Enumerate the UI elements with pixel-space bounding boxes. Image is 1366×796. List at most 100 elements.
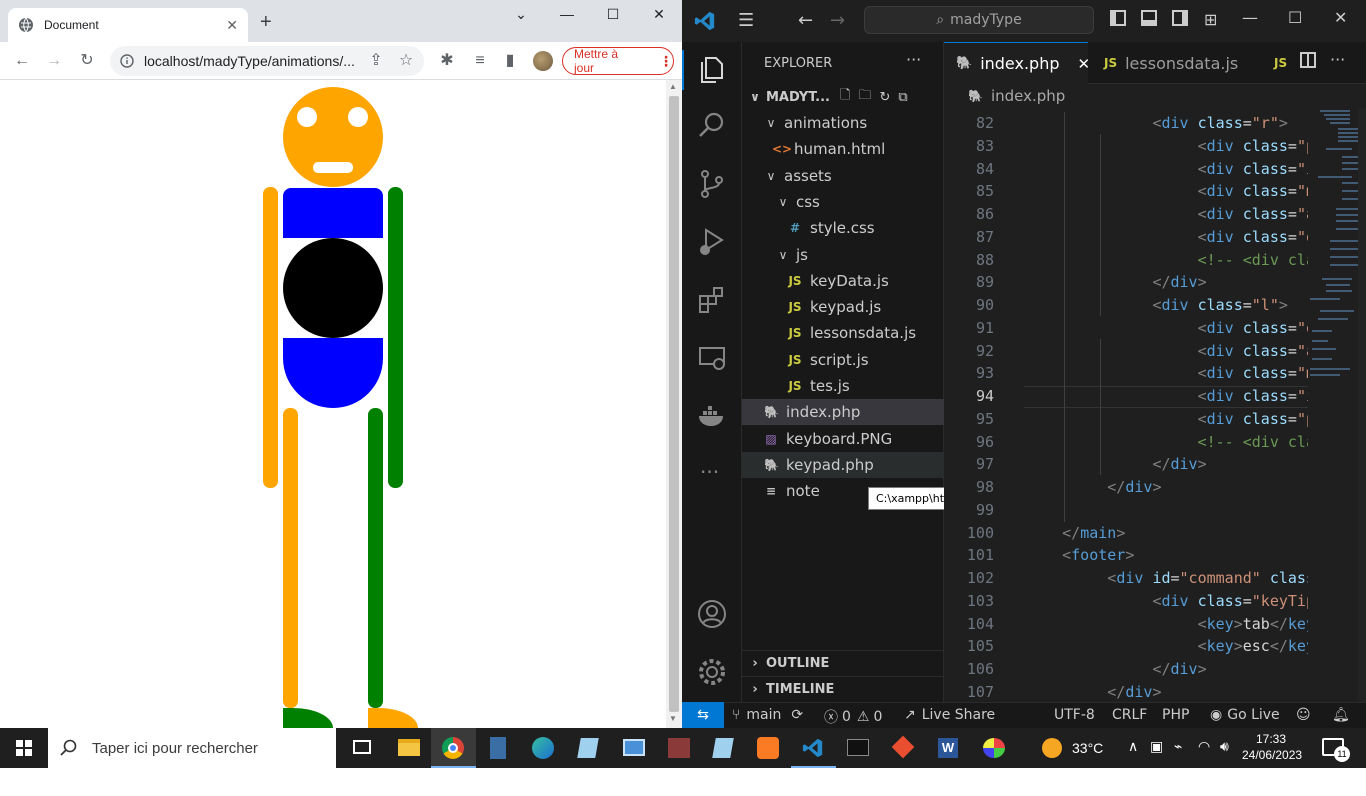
edge-icon[interactable] — [521, 728, 566, 768]
toggle-secondary-sidebar-icon[interactable] — [1172, 10, 1188, 26]
media-control-icon[interactable]: ≡ — [470, 51, 490, 71]
close-window-button[interactable]: ✕ — [644, 6, 674, 23]
run-debug-icon[interactable] — [696, 226, 728, 258]
timeline-section[interactable]: › TIMELINE — [742, 676, 944, 702]
update-button[interactable]: Mettre à jour ⋮ — [562, 47, 674, 75]
encoding-indicator[interactable]: UTF-8 — [1054, 707, 1095, 723]
notifications-bell-icon[interactable]: 🔔︎ — [1332, 707, 1350, 723]
windows-start-icon[interactable] — [0, 728, 48, 768]
tree-item-keypad-php[interactable]: 🐘 keypad.php — [742, 451, 944, 478]
minimize-button[interactable]: — — [552, 6, 582, 22]
code-editor[interactable]: 82 <div class="r"> 83 <div class="p"> 84 <… — [944, 112, 1308, 702]
tree-item-style-css[interactable]: # style.css — [742, 215, 944, 241]
settings-gear-icon[interactable] — [696, 656, 728, 688]
editor-more-icon[interactable]: ··· — [1330, 50, 1345, 69]
file-explorer-icon[interactable] — [386, 728, 431, 768]
new-tab-button[interactable]: + — [260, 12, 272, 32]
live-share-button[interactable]: ↗ Live Share — [904, 707, 995, 723]
explorer-files-icon[interactable] — [696, 54, 728, 86]
vscode-close-button[interactable]: ✕ — [1334, 8, 1347, 27]
weather-widget[interactable]: 33°C — [1042, 738, 1103, 758]
accounts-status-icon[interactable]: ☺ — [1296, 707, 1311, 723]
page-scrollbar[interactable]: ▲ ▼ — [666, 80, 682, 728]
outline-section[interactable]: › OUTLINE — [742, 650, 944, 676]
winrar-icon[interactable] — [656, 728, 701, 768]
tree-item-assets[interactable]: ∨ assets — [742, 163, 944, 189]
app-tray-icon[interactable]: ▣ — [1150, 738, 1163, 755]
scroll-down-icon[interactable]: ▼ — [669, 714, 677, 723]
explorer-more-icon[interactable]: ··· — [906, 50, 921, 69]
split-editor-icon[interactable] — [1300, 52, 1316, 68]
reload-icon[interactable]: ↻ — [77, 51, 97, 71]
profile-avatar[interactable] — [533, 51, 553, 71]
explorer-root-folder[interactable]: ∨ MADYT... 🗋 🗀 ↻ ⧉ — [742, 84, 944, 110]
eol-indicator[interactable]: CRLF — [1112, 707, 1147, 723]
docker-icon[interactable] — [696, 400, 728, 432]
extensions-puzzle-icon[interactable]: ✱ — [437, 51, 457, 71]
close-tab-icon[interactable]: ✕ — [1078, 55, 1091, 73]
tree-item-css[interactable]: ∨ css — [742, 189, 944, 215]
more-views-icon[interactable]: ··· — [700, 460, 719, 484]
sync-icon[interactable]: ⟳ — [791, 707, 803, 723]
notes-app-icon[interactable] — [701, 728, 746, 768]
show-hidden-icons-icon[interactable]: ∧ — [1128, 738, 1138, 755]
close-tab-icon[interactable]: ✕ — [226, 17, 238, 34]
minimap[interactable] — [1308, 108, 1366, 702]
system-clock[interactable]: 17:33 24/06/2023 — [1242, 731, 1302, 763]
branch-indicator[interactable]: ⑂ main ⟳ — [732, 707, 803, 723]
command-center[interactable]: ⌕ madyType — [864, 6, 1094, 34]
scroll-up-icon[interactable]: ▲ — [669, 82, 677, 91]
control-panel-icon[interactable] — [611, 728, 656, 768]
accounts-icon[interactable] — [696, 598, 728, 630]
vscode-maximize-button[interactable]: ☐ — [1288, 8, 1302, 27]
calculator-icon[interactable] — [476, 728, 521, 768]
tree-item-tes-js[interactable]: JS tes.js — [742, 373, 944, 399]
tree-item-keydata-js[interactable]: JS keyData.js — [742, 268, 944, 294]
volume-icon[interactable]: 🔊︎ — [1220, 738, 1229, 755]
menu-hamburger-icon[interactable]: ☰ — [738, 10, 754, 31]
task-view-icon[interactable] — [340, 728, 385, 768]
new-folder-icon[interactable]: 🗀 — [858, 86, 871, 108]
bookmark-star-icon[interactable]: ☆ — [396, 51, 416, 71]
git-icon[interactable] — [881, 728, 926, 768]
customize-layout-icon[interactable]: ⊞ — [1204, 10, 1217, 29]
forward-arrow-icon[interactable]: → — [44, 51, 64, 71]
tree-item-human-html[interactable]: <> human.html — [742, 136, 944, 162]
new-file-icon[interactable]: 🗋 — [840, 86, 850, 108]
power-icon[interactable]: ⌁ — [1174, 738, 1182, 755]
notifications-icon[interactable]: 11 — [1322, 738, 1350, 762]
info-icon[interactable] — [120, 54, 134, 68]
tree-item-keypad-js[interactable]: JS keypad.js — [742, 294, 944, 320]
remote-explorer-icon[interactable] — [696, 342, 728, 374]
tree-item-keyboard-png[interactable]: ▨ keyboard.PNG — [742, 426, 944, 452]
paint-icon[interactable] — [971, 728, 1016, 768]
scrollbar-thumb[interactable] — [669, 96, 679, 712]
share-icon[interactable]: ⇪ — [366, 51, 386, 71]
terminal-icon[interactable] — [836, 728, 881, 768]
nav-back-icon[interactable]: ← — [798, 10, 813, 31]
source-control-icon[interactable] — [696, 168, 728, 200]
tree-item-lessonsdata-js[interactable]: JS lessonsdata.js — [742, 320, 944, 346]
taskbar-search[interactable]: Taper ici pour rechercher — [48, 728, 336, 768]
problems-indicator[interactable]: ⓧ 0 ⚠ 0 — [824, 707, 882, 727]
extensions-icon[interactable] — [696, 284, 728, 316]
tree-item-js[interactable]: ∨ js — [742, 242, 944, 268]
tree-item-index-php[interactable]: 🐘 index.php — [742, 399, 944, 426]
tab-lessonsdata-js[interactable]: JS lessonsdata.js — [1092, 42, 1250, 84]
toggle-panel-icon[interactable] — [1141, 10, 1157, 26]
tree-item-script-js[interactable]: JS script.js — [742, 347, 944, 373]
back-arrow-icon[interactable]: ← — [12, 51, 32, 71]
search-icon[interactable] — [696, 110, 728, 142]
tab-overflow-js[interactable]: JS — [1262, 42, 1299, 84]
language-indicator[interactable]: PHP — [1162, 707, 1189, 723]
side-panel-icon[interactable]: ▮ — [500, 51, 520, 71]
vscode-taskbar-icon[interactable] — [791, 728, 836, 768]
tab-index-php[interactable]: 🐘 index.php ✕ — [944, 42, 1091, 84]
kebab-menu-icon[interactable]: ⋮ — [659, 53, 673, 70]
toggle-sidebar-icon[interactable] — [1110, 10, 1126, 26]
breadcrumb[interactable]: 🐘 index.php — [944, 84, 1366, 108]
xampp-icon[interactable] — [746, 728, 791, 768]
word-icon[interactable]: W — [926, 728, 971, 768]
refresh-icon[interactable]: ↻ — [879, 90, 890, 105]
nav-forward-icon[interactable]: → — [830, 10, 845, 31]
